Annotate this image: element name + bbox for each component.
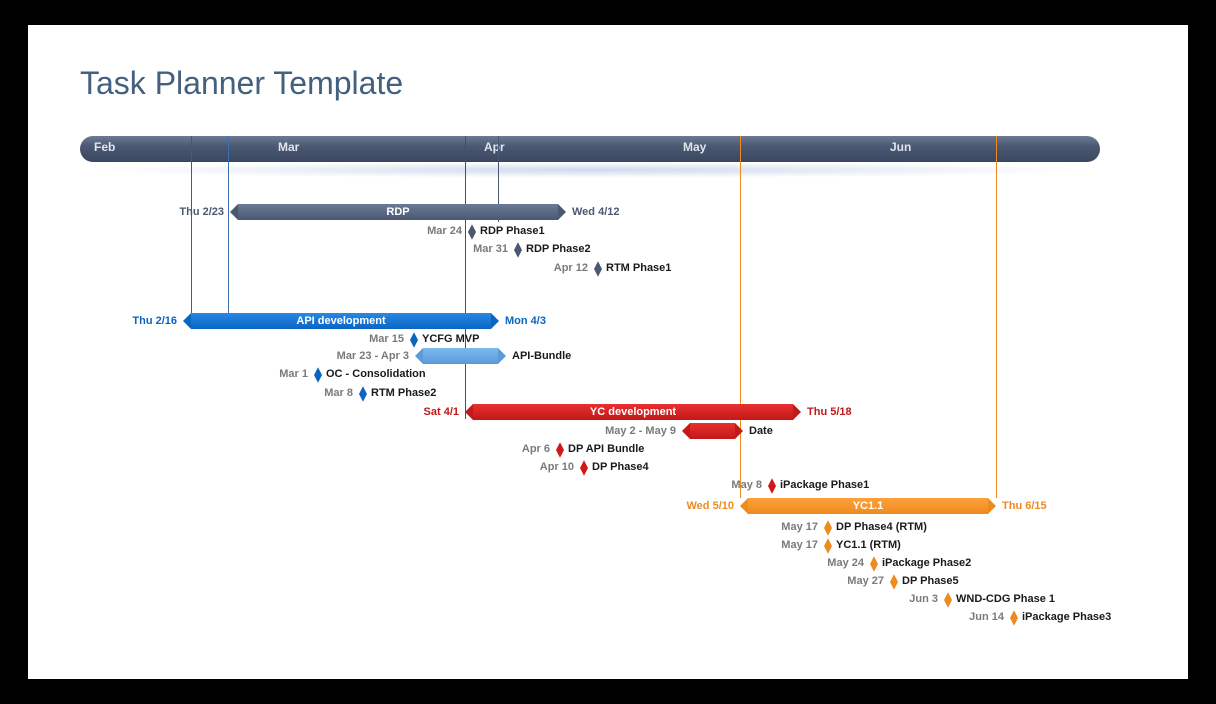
milestone-label: iPackage Phase2 xyxy=(882,557,971,569)
diamond-icon xyxy=(768,478,776,494)
milestone: May 8 iPackage Phase1 xyxy=(712,478,869,492)
milestone: Mar 31 RDP Phase2 xyxy=(458,242,591,256)
guide-line xyxy=(740,136,741,498)
milestone: May 17 DP Phase4 (RTM) xyxy=(768,520,927,534)
milestone: May 27 DP Phase5 xyxy=(834,574,959,588)
diamond-icon xyxy=(580,460,588,476)
milestone: Mar 24 RDP Phase1 xyxy=(412,224,545,238)
milestone-label: iPackage Phase1 xyxy=(780,479,869,491)
milestone: Apr 10 DP Phase4 xyxy=(524,460,649,474)
milestone-date: May 17 xyxy=(781,539,818,551)
milestone-label: DP Phase4 xyxy=(592,461,649,473)
milestone: Apr 6 DP API Bundle xyxy=(500,442,644,456)
guide-line xyxy=(996,136,997,498)
diamond-icon xyxy=(514,242,522,258)
time-axis: Feb Mar Apr May Jun xyxy=(80,136,1100,162)
diamond-icon xyxy=(359,386,367,402)
timeline: Feb Mar Apr May Jun RDPThu 2/23Wed 4/12 API d… xyxy=(80,136,1100,622)
bar-date-left: Thu 2/16 xyxy=(132,313,177,329)
bar-date-right: API-Bundle xyxy=(512,348,571,364)
milestone-label: DP Phase4 (RTM) xyxy=(836,521,927,533)
milestone-label: DP API Bundle xyxy=(568,443,644,455)
diamond-icon xyxy=(410,332,418,348)
milestone-date: May 24 xyxy=(827,557,864,569)
diamond-icon xyxy=(944,592,952,608)
milestone: May 24 iPackage Phase2 xyxy=(814,556,971,570)
diamond-icon xyxy=(824,538,832,554)
milestone-date: Mar 1 xyxy=(279,368,308,380)
milestone-date: Mar 24 xyxy=(427,225,462,237)
milestone-date: Apr 10 xyxy=(540,461,574,473)
date-bar: May 2 - May 9Date xyxy=(690,423,735,439)
bar-date-right: Mon 4/3 xyxy=(505,313,546,329)
gantt-canvas: RDPThu 2/23Wed 4/12 API developmentThu 2/… xyxy=(80,162,1100,622)
diamond-icon xyxy=(468,224,476,240)
guide-line xyxy=(228,136,229,325)
bar-date-right: Thu 6/15 xyxy=(1002,498,1047,514)
diamond-icon xyxy=(556,442,564,458)
diamond-icon xyxy=(314,367,322,383)
month-label: May xyxy=(683,140,706,154)
rdp-bar: RDPThu 2/23Wed 4/12 xyxy=(238,204,558,220)
milestone-label: RTM Phase2 xyxy=(371,387,436,399)
milestone-date: Mar 8 xyxy=(324,387,353,399)
diamond-icon xyxy=(824,520,832,536)
month-label: Mar xyxy=(278,140,299,154)
page-title: Task Planner Template xyxy=(80,65,1140,102)
bar-date-left: Wed 5/10 xyxy=(687,498,735,514)
diamond-icon xyxy=(1010,610,1018,626)
diamond-icon xyxy=(890,574,898,590)
bar-date-right: Date xyxy=(749,423,773,439)
bar-date-left: May 2 - May 9 xyxy=(605,423,676,439)
month-label: Feb xyxy=(94,140,115,154)
month-label: Jun xyxy=(890,140,911,154)
bar-date-left: Thu 2/23 xyxy=(179,204,224,220)
milestone-date: Apr 6 xyxy=(522,443,550,455)
milestone-date: May 17 xyxy=(781,521,818,533)
milestone-label: OC - Consolidation xyxy=(326,368,426,380)
milestone: Jun 14 iPackage Phase3 xyxy=(954,610,1111,624)
yc-dev-bar: YC developmentSat 4/1Thu 5/18 xyxy=(473,404,793,420)
milestone-date: Jun 3 xyxy=(909,593,938,605)
api-bundle-bar: Mar 23 - Apr 3API-Bundle xyxy=(423,348,498,364)
milestone-date: Apr 12 xyxy=(554,262,588,274)
milestone-label: YC1.1 (RTM) xyxy=(836,539,901,551)
bar-date-left: Mar 23 - Apr 3 xyxy=(337,348,409,364)
milestone-label: iPackage Phase3 xyxy=(1022,611,1111,623)
slide: Task Planner Template Feb Mar Apr May Jun RD… xyxy=(28,25,1188,679)
api-dev-bar: API developmentThu 2/16Mon 4/3 xyxy=(191,313,491,329)
milestone-label: RDP Phase1 xyxy=(480,225,545,237)
milestone-label: RDP Phase2 xyxy=(526,243,591,255)
month-label: Apr xyxy=(484,140,505,154)
milestone-label: WND-CDG Phase 1 xyxy=(956,593,1055,605)
diamond-icon xyxy=(870,556,878,572)
milestone-label: RTM Phase1 xyxy=(606,262,671,274)
milestone: Mar 8 RTM Phase2 xyxy=(303,386,436,400)
bar-date-right: Thu 5/18 xyxy=(807,404,852,420)
milestone: Jun 3 WND-CDG Phase 1 xyxy=(888,592,1055,606)
bar-date-right: Wed 4/12 xyxy=(572,204,620,220)
yc11-bar: YC1.1Wed 5/10Thu 6/15 xyxy=(748,498,988,514)
milestone-date: Mar 15 xyxy=(369,333,404,345)
milestone-label: DP Phase5 xyxy=(902,575,959,587)
milestone: Mar 15 YCFG MVP xyxy=(354,332,479,346)
guide-line xyxy=(465,136,466,419)
milestone-label: YCFG MVP xyxy=(422,333,479,345)
guide-line xyxy=(191,136,192,325)
diamond-icon xyxy=(594,261,602,277)
milestone-date: Jun 14 xyxy=(969,611,1004,623)
milestone-date: Mar 31 xyxy=(473,243,508,255)
milestone-date: May 8 xyxy=(731,479,762,491)
milestone-date: May 27 xyxy=(847,575,884,587)
milestone: Apr 12 RTM Phase1 xyxy=(538,261,671,275)
bar-date-left: Sat 4/1 xyxy=(424,404,459,420)
milestone: May 17 YC1.1 (RTM) xyxy=(768,538,901,552)
milestone: Mar 1 OC - Consolidation xyxy=(258,367,426,381)
